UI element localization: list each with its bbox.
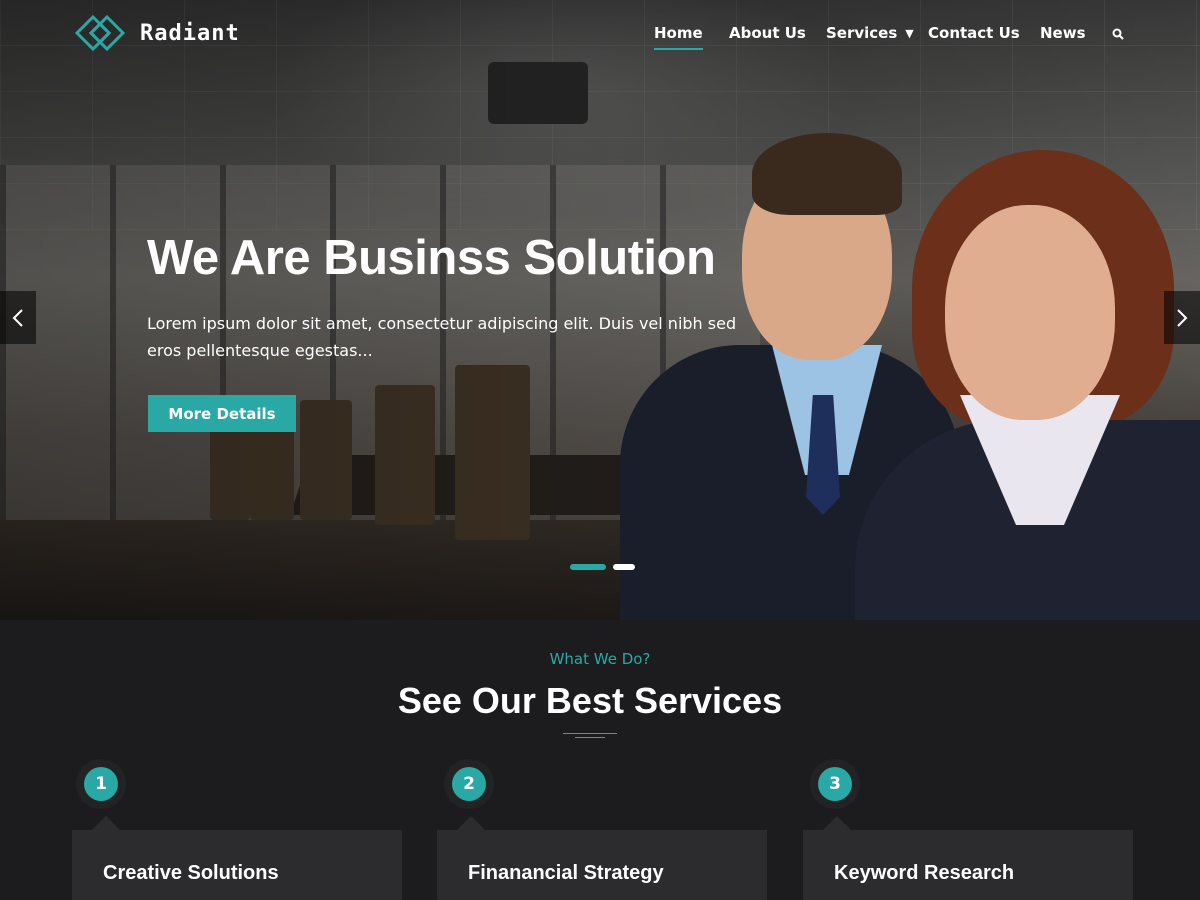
search-icon[interactable]: [1112, 28, 1124, 40]
brand-name: Radiant: [140, 20, 240, 46]
hero-image-woman-head: [945, 205, 1115, 420]
services-eyebrow: What We Do?: [549, 650, 651, 668]
slider-dot-1[interactable]: [570, 564, 606, 570]
service-number-badge: 2: [452, 767, 486, 801]
service-card-title: Creative Solutions: [103, 862, 279, 884]
title-divider: [563, 733, 617, 739]
nav-item-news[interactable]: News: [1040, 24, 1086, 42]
service-card-title: Finanancial Strategy: [468, 862, 664, 884]
service-number-badge: 1: [84, 767, 118, 801]
service-card[interactable]: Keyword Research: [803, 816, 1133, 900]
diamond-logo-icon: [74, 14, 126, 52]
service-card-title: Keyword Research: [834, 862, 1015, 884]
nav-item-services-label: Services: [826, 24, 898, 42]
hero-image-man-hair: [752, 133, 902, 215]
more-details-button[interactable]: More Details: [148, 395, 296, 432]
nav-item-services[interactable]: Services ▼: [826, 24, 914, 42]
slider-next-button[interactable]: [1164, 291, 1200, 344]
chevron-down-icon: ▼: [905, 27, 914, 40]
nav-item-contact-us[interactable]: Contact Us: [928, 24, 1020, 42]
site-logo[interactable]: Radiant: [74, 14, 240, 52]
hero-title: We Are Businss Solution: [147, 231, 716, 285]
hero-description: Lorem ipsum dolor sit amet, consectetur …: [147, 314, 737, 360]
service-card[interactable]: Creative Solutions: [72, 816, 402, 900]
nav-item-home[interactable]: Home: [654, 24, 703, 50]
slider-prev-button[interactable]: [0, 291, 36, 344]
services-title: See Our Best Services: [397, 680, 783, 721]
chevron-left-icon: [12, 308, 23, 327]
nav-item-about-us[interactable]: About Us: [729, 24, 806, 42]
hero-slider: We Are Businss Solution Lorem ipsum dolo…: [0, 0, 1200, 620]
chevron-right-icon: [1177, 308, 1188, 327]
slider-dot-2[interactable]: [613, 564, 635, 570]
service-card[interactable]: Finanancial Strategy: [437, 816, 767, 900]
service-number-badge: 3: [818, 767, 852, 801]
